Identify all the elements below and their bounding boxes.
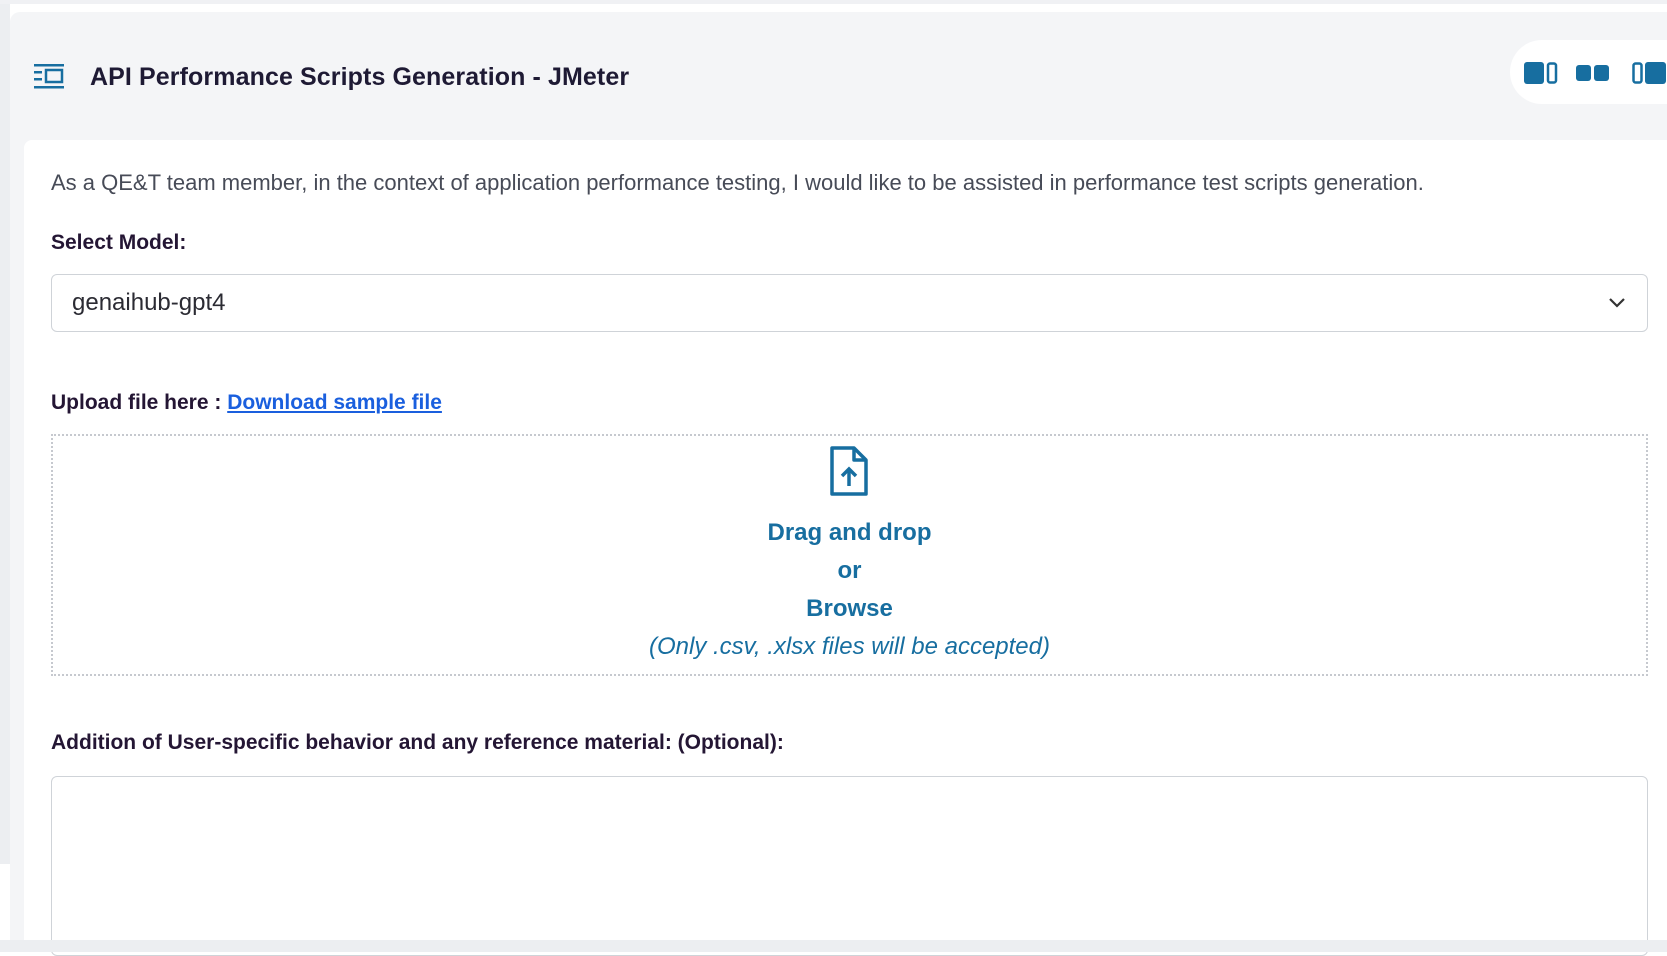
browse-link[interactable]: Browse [53, 592, 1646, 626]
select-model-label: Select Model: [51, 231, 187, 254]
layout-left-wide-icon[interactable] [1524, 62, 1558, 84]
file-dropzone[interactable]: Drag and drop or Browse (Only .csv, .xls… [51, 434, 1648, 676]
chevron-down-icon [1609, 298, 1625, 308]
layout-right-wide-icon[interactable] [1632, 62, 1666, 84]
page-description: As a QE&T team member, in the context of… [51, 170, 1424, 195]
model-select-value: genaihub-gpt4 [72, 289, 226, 316]
layout-split-icon[interactable] [1576, 62, 1610, 84]
layout-switcher [1510, 40, 1667, 104]
behavior-textarea[interactable] [51, 776, 1648, 956]
file-upload-icon [830, 446, 868, 496]
download-sample-link[interactable]: Download sample file [227, 391, 442, 414]
model-select[interactable]: genaihub-gpt4 [51, 274, 1648, 332]
upload-label: Upload file here : [51, 391, 228, 414]
behavior-label: Addition of User-specific behavior and a… [51, 731, 784, 754]
drag-drop-text: Drag and drop [767, 519, 932, 546]
page-title: API Performance Scripts Generation - JMe… [90, 63, 630, 91]
accepted-files-note: (Only .csv, .xlsx files will be accepted… [648, 633, 1050, 660]
or-text: or [837, 557, 862, 584]
bottom-strip [0, 940, 1667, 952]
list-panel-icon[interactable] [34, 62, 66, 92]
upload-label-row: Upload file here : Download sample file [51, 388, 442, 418]
top-strip [0, 0, 1667, 4]
left-strip [0, 4, 10, 864]
